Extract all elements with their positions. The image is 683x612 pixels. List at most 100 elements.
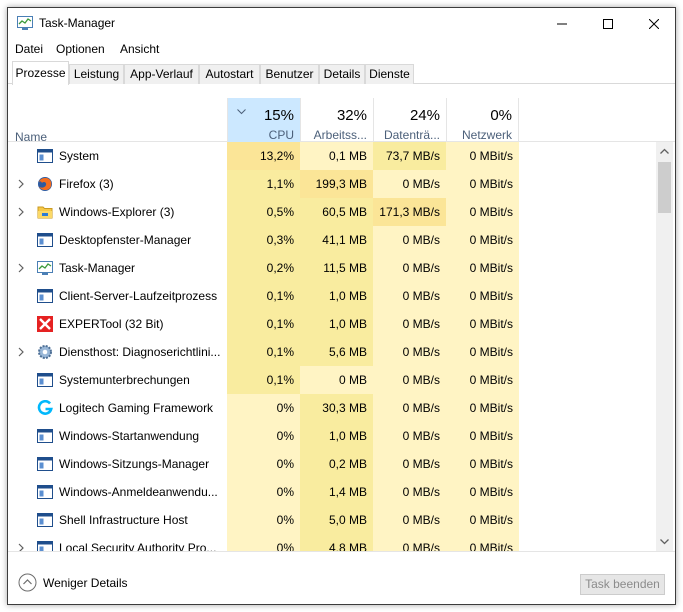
- scroll-down-icon[interactable]: [659, 536, 670, 547]
- network-cell: 0 MBit/s: [446, 310, 519, 338]
- table-row[interactable]: Shell Infrastructure Host 0% 5,0 MB 0 MB/s 0…: [8, 506, 656, 534]
- cpu-cell: 0%: [227, 534, 300, 551]
- table-row[interactable]: Windows-Explorer (3) 0,5% 60,5 MB 171,3 MB/…: [8, 198, 656, 226]
- table-row[interactable]: Firefox (3) 1,1% 199,3 MB 0 MB/s 0 MBit/s: [8, 170, 656, 198]
- disk-cell: 73,7 MB/s: [373, 142, 446, 170]
- menu-datei[interactable]: Datei: [15, 42, 43, 56]
- disk-cell: 0 MB/s: [373, 310, 446, 338]
- minimize-button[interactable]: [539, 8, 585, 39]
- table-row[interactable]: Windows-Anmeldeanwendu... 0% 1,4 MB 0 MB/s 0…: [8, 478, 656, 506]
- table-row[interactable]: Task-Manager 0,2% 11,5 MB 0 MB/s 0 MBit/s: [8, 254, 656, 282]
- network-cell: 0 MBit/s: [446, 534, 519, 551]
- sort-chevron-icon: [237, 109, 246, 115]
- process-name: Systemunterbrechungen: [59, 373, 190, 387]
- table-row[interactable]: Desktopfenster-Manager 0,3% 41,1 MB 0 MB/s 0…: [8, 226, 656, 254]
- cpu-cell: 0%: [227, 394, 300, 422]
- process-name: Windows-Anmeldeanwendu...: [59, 485, 218, 499]
- cpu-cell: 0%: [227, 478, 300, 506]
- column-disk-header[interactable]: 24% Datenträ...: [373, 98, 446, 142]
- table-row[interactable]: Diensthost: Diagnoserichtlini... 0,1% 5,6 …: [8, 338, 656, 366]
- process-name: Client-Server-Laufzeitprozess: [59, 289, 218, 303]
- column-header: Name 15% CPU 32% Arbeitss... 24% Datentr…: [8, 85, 675, 144]
- title-bar[interactable]: Task-Manager: [8, 8, 675, 39]
- tab-benutzer[interactable]: Benutzer: [260, 64, 319, 84]
- memory-total: 32%: [336, 107, 367, 124]
- tab-autostart[interactable]: Autostart: [199, 64, 260, 84]
- window-icon: [37, 372, 53, 388]
- process-name: Task-Manager: [59, 261, 136, 275]
- memory-cell: 11,5 MB: [300, 254, 373, 282]
- maximize-button[interactable]: [585, 8, 631, 39]
- process-name: Windows-Sitzungs-Manager: [59, 457, 210, 471]
- process-name: Windows-Explorer (3): [59, 205, 175, 219]
- table-row[interactable]: Local Security Authority Pro... 0% 4,8 MB 0…: [8, 534, 656, 551]
- memory-cell: 1,0 MB: [300, 310, 373, 338]
- memory-cell: 5,6 MB: [300, 338, 373, 366]
- network-cell: 0 MBit/s: [446, 226, 519, 254]
- memory-cell: 1,4 MB: [300, 478, 373, 506]
- task-manager-window: Task-Manager Datei Optionen Ansicht Proz…: [7, 7, 676, 605]
- fewer-details-button[interactable]: Weniger Details: [18, 573, 127, 592]
- tab-leistung[interactable]: Leistung: [69, 64, 124, 84]
- expand-chevron-icon[interactable]: [17, 262, 25, 274]
- memory-cell: 5,0 MB: [300, 506, 373, 534]
- memory-cell: 41,1 MB: [300, 226, 373, 254]
- expand-chevron-icon[interactable]: [17, 178, 25, 190]
- network-cell: 0 MBit/s: [446, 422, 519, 450]
- folder-icon: [37, 204, 53, 220]
- disk-cell: 0 MB/s: [373, 366, 446, 394]
- network-cell: 0 MBit/s: [446, 366, 519, 394]
- memory-cell: 4,8 MB: [300, 534, 373, 551]
- window-icon: [37, 512, 53, 528]
- column-cpu-header[interactable]: 15% CPU: [227, 98, 300, 142]
- menu-ansicht[interactable]: Ansicht: [120, 42, 159, 56]
- cpu-cell: 0,1%: [227, 282, 300, 310]
- disk-cell: 171,3 MB/s: [373, 198, 446, 226]
- table-row[interactable]: EXPERTool (32 Bit) 0,1% 1,0 MB 0 MB/s 0 MBit…: [8, 310, 656, 338]
- cpu-cell: 0%: [227, 450, 300, 478]
- column-network-header[interactable]: 0% Netzwerk: [446, 98, 519, 142]
- table-row[interactable]: Client-Server-Laufzeitprozess 0,1% 1,0 MB 0…: [8, 282, 656, 310]
- maximize-icon: [603, 18, 613, 29]
- table-row[interactable]: System 13,2% 0,1 MB 73,7 MB/s 0 MBit/s: [8, 142, 656, 170]
- disk-cell: 0 MB/s: [373, 506, 446, 534]
- vertical-scrollbar[interactable]: [656, 142, 673, 551]
- table-row[interactable]: Windows-Sitzungs-Manager 0% 0,2 MB 0 MB/s 0 …: [8, 450, 656, 478]
- process-name: Logitech Gaming Framework: [59, 401, 214, 415]
- disk-cell: 0 MB/s: [373, 282, 446, 310]
- cpu-cell: 13,2%: [227, 142, 300, 170]
- close-button[interactable]: [631, 8, 675, 39]
- memory-cell: 1,0 MB: [300, 282, 373, 310]
- footer: Weniger Details Task beenden: [8, 551, 675, 604]
- network-cell: 0 MBit/s: [446, 394, 519, 422]
- window-icon: [37, 288, 53, 304]
- process-name: Shell Infrastructure Host: [59, 513, 188, 527]
- memory-cell: 1,0 MB: [300, 422, 373, 450]
- process-name: System: [59, 149, 100, 163]
- tab-dienste[interactable]: Dienste: [365, 64, 414, 84]
- process-name: Desktopfenster-Manager: [59, 233, 192, 247]
- fewer-details-label: Weniger Details: [43, 575, 128, 590]
- expand-chevron-icon[interactable]: [17, 542, 25, 551]
- table-row[interactable]: Windows-Startanwendung 0% 1,0 MB 0 MB/s 0 MB…: [8, 422, 656, 450]
- menu-bar: Datei Optionen Ansicht: [8, 39, 675, 59]
- network-total: 0%: [490, 107, 512, 124]
- expand-chevron-icon[interactable]: [17, 206, 25, 218]
- tab-details[interactable]: Details: [319, 64, 365, 84]
- disk-cell: 0 MB/s: [373, 226, 446, 254]
- table-row[interactable]: Logitech Gaming Framework 0% 30,3 MB 0 MB/s…: [8, 394, 656, 422]
- cpu-cell: 0%: [227, 422, 300, 450]
- tab-prozesse[interactable]: Prozesse: [12, 61, 69, 85]
- table-row[interactable]: Systemunterbrechungen 0,1% 0 MB 0 MB/s 0 MBi…: [8, 366, 656, 394]
- disk-cell: 0 MB/s: [373, 422, 446, 450]
- disk-cell: 0 MB/s: [373, 170, 446, 198]
- cpu-cell: 0,3%: [227, 226, 300, 254]
- tab-app-verlauf[interactable]: App-Verlauf: [124, 64, 199, 84]
- end-task-button[interactable]: Task beenden: [580, 574, 665, 595]
- scrollbar-thumb[interactable]: [658, 162, 671, 213]
- menu-optionen[interactable]: Optionen: [56, 42, 105, 56]
- window-icon: [37, 232, 53, 248]
- column-memory-header[interactable]: 32% Arbeitss...: [300, 98, 373, 142]
- expand-chevron-icon[interactable]: [17, 346, 25, 358]
- scroll-up-icon[interactable]: [659, 146, 670, 157]
